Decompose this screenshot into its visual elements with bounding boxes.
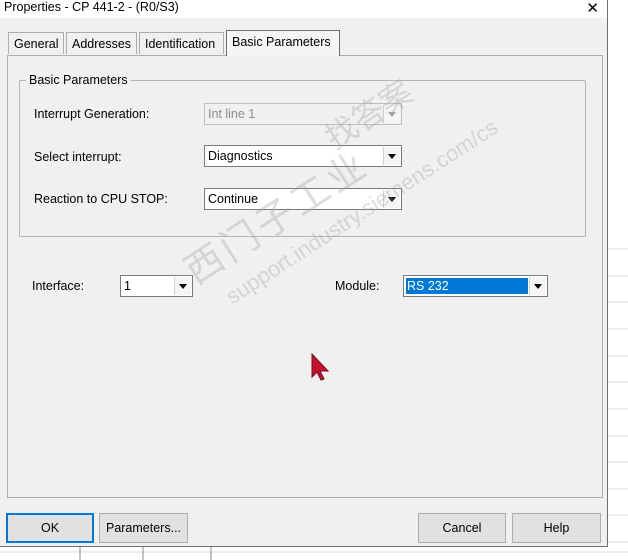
cancel-button[interactable]: Cancel xyxy=(418,513,506,543)
parameters-button[interactable]: Parameters... xyxy=(99,513,188,543)
interrupt-generation-value: Int line 1 xyxy=(208,107,256,121)
close-icon[interactable]: ✕ xyxy=(586,0,599,17)
interrupt-generation-label: Interrupt Generation: xyxy=(34,107,150,121)
chevron-down-icon[interactable] xyxy=(383,147,400,165)
tab-identification[interactable]: Identification xyxy=(139,32,224,54)
title-bar: Properties - CP 441-2 - (R0/S3) ✕ xyxy=(0,0,607,18)
interrupt-generation-select: Int line 1 xyxy=(204,103,402,125)
select-interrupt-label: Select interrupt: xyxy=(34,150,122,164)
chevron-down-icon xyxy=(383,105,400,123)
chevron-down-icon[interactable] xyxy=(174,277,191,295)
select-interrupt-select[interactable]: Diagnostics xyxy=(204,145,402,167)
tab-addresses[interactable]: Addresses xyxy=(66,32,137,54)
interface-select[interactable]: 1 xyxy=(120,275,193,297)
chevron-down-icon[interactable] xyxy=(383,190,400,208)
reaction-cpu-stop-value: Continue xyxy=(208,192,259,206)
tab-general[interactable]: General xyxy=(8,32,64,54)
reaction-cpu-stop-label: Reaction to CPU STOP: xyxy=(34,192,168,206)
interface-label: Interface: xyxy=(32,279,85,293)
help-button[interactable]: Help xyxy=(512,513,601,543)
mouse-cursor-icon xyxy=(311,353,330,381)
reaction-cpu-stop-select[interactable]: Continue xyxy=(204,188,402,210)
module-label: Module: xyxy=(335,279,380,293)
interface-value: 1 xyxy=(124,279,131,293)
chevron-down-icon[interactable] xyxy=(529,277,546,295)
group-title: Basic Parameters xyxy=(26,73,131,87)
module-value: RS 232 xyxy=(407,279,449,293)
window-title: Properties - CP 441-2 - (R0/S3) xyxy=(4,0,179,14)
tab-basic-parameters[interactable]: Basic Parameters xyxy=(226,30,340,56)
select-interrupt-value: Diagnostics xyxy=(208,149,273,163)
properties-dialog: Properties - CP 441-2 - (R0/S3) ✕ Genera… xyxy=(0,0,608,547)
ok-button[interactable]: OK xyxy=(6,513,94,543)
module-select[interactable]: RS 232 xyxy=(403,275,548,297)
